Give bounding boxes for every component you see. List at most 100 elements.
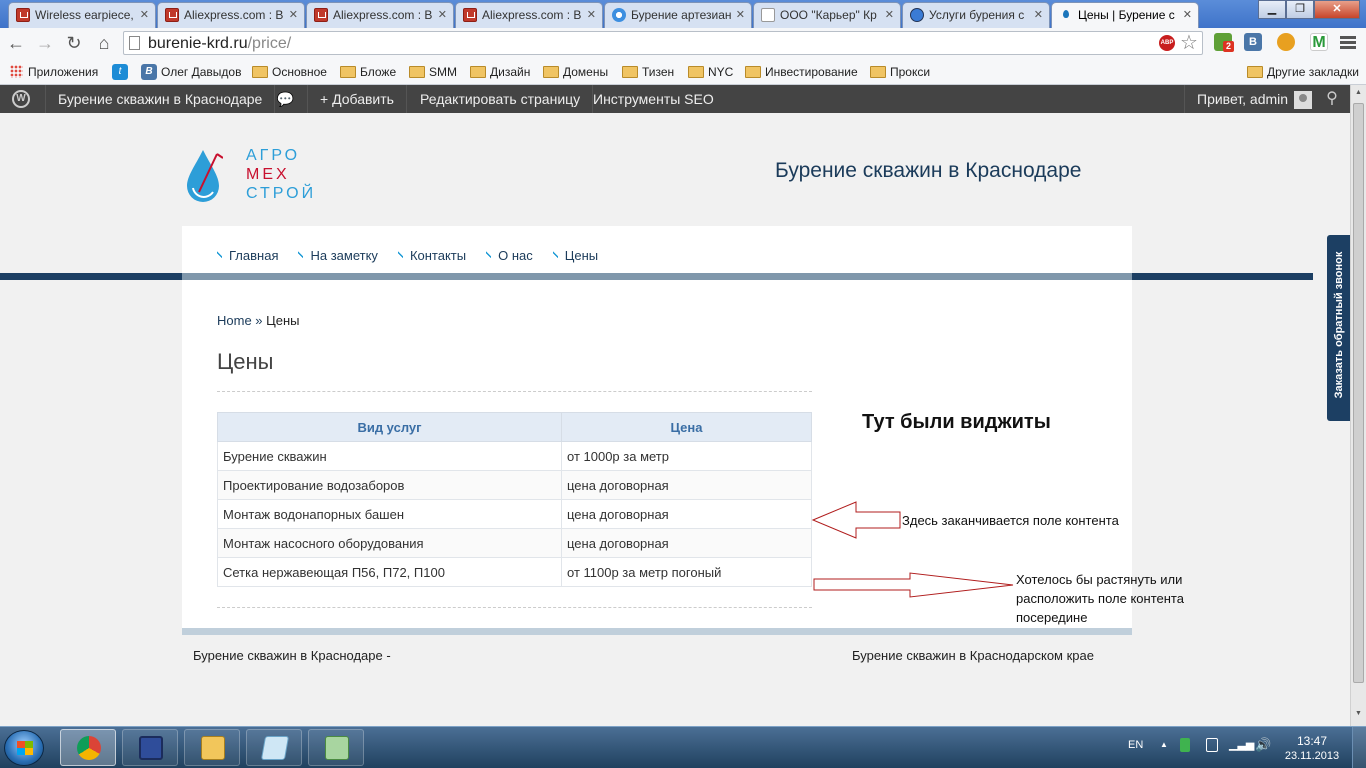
home-icon[interactable]: ⌂ bbox=[92, 32, 116, 54]
menu-item-prices[interactable]: Цены bbox=[552, 248, 598, 263]
menu-item-about[interactable]: О нас bbox=[486, 248, 533, 263]
tab-3[interactable]: Aliexpress.com : B ✕ bbox=[455, 2, 603, 28]
close-icon[interactable]: ✕ bbox=[1034, 3, 1043, 27]
clock[interactable]: 13:47 23.11.2013 bbox=[1282, 734, 1342, 764]
close-icon[interactable]: ✕ bbox=[587, 3, 596, 27]
url-path: /price/ bbox=[247, 35, 292, 52]
taskbar-app[interactable] bbox=[122, 729, 178, 766]
price-cell: от 1100р за метр погоный bbox=[561, 557, 812, 587]
logo-drop-icon[interactable] bbox=[185, 146, 223, 204]
taskbar-chrome[interactable] bbox=[60, 729, 116, 766]
logo-text[interactable]: АГРО МЕХ СТРОЙ bbox=[246, 146, 316, 203]
page-scrollbar[interactable]: ▲ ▼ bbox=[1350, 85, 1366, 726]
close-icon[interactable]: ✕ bbox=[140, 3, 149, 27]
divider bbox=[217, 391, 812, 392]
scrollbar-thumb[interactable] bbox=[1353, 103, 1364, 683]
vk-icon[interactable]: B bbox=[1244, 33, 1262, 51]
bookmark-folder[interactable]: Домены bbox=[543, 63, 608, 81]
bookmark-folder[interactable]: SMM bbox=[409, 63, 457, 81]
language-indicator[interactable]: EN bbox=[1128, 739, 1143, 751]
scroll-up-icon[interactable]: ▲ bbox=[1353, 89, 1364, 101]
reload-icon[interactable]: ↻ bbox=[62, 32, 86, 54]
tab-active[interactable]: Цены | Бурение с ✕ bbox=[1051, 2, 1199, 28]
taskbar-explorer[interactable] bbox=[184, 729, 240, 766]
tab-6[interactable]: Услуги бурения с ✕ bbox=[902, 2, 1050, 28]
logo-line-3: СТРОЙ bbox=[246, 185, 317, 202]
admin-account[interactable]: Привет, admin bbox=[1184, 85, 1318, 113]
address-bar[interactable]: burenie-krd.ru/price/ bbox=[123, 31, 1203, 55]
bookmark-label: Инвестирование bbox=[765, 65, 858, 79]
bookmark-apps[interactable]: Приложения bbox=[8, 63, 98, 81]
tab-4[interactable]: Бурение артезиан ✕ bbox=[604, 2, 752, 28]
callback-button[interactable]: Заказать обратный звонок bbox=[1327, 235, 1350, 421]
tab-strip: Wireless earpiece, ✕ Aliexpress.com : B ✕ … bbox=[0, 0, 1366, 28]
bookmark-folder[interactable]: Основное bbox=[252, 63, 327, 81]
app-icon bbox=[325, 736, 349, 760]
extension-m-icon[interactable]: M bbox=[1310, 33, 1328, 51]
bookmark-folder[interactable]: Инвестирование bbox=[745, 63, 858, 81]
search-icon[interactable]: ⚲ bbox=[1320, 85, 1344, 113]
admin-add-new[interactable]: + Добавить bbox=[308, 85, 407, 113]
tab-5[interactable]: ООО "Карьер" Кр ✕ bbox=[753, 2, 901, 28]
table-row: Монтаж водонапорных башен цена договорная bbox=[217, 499, 812, 529]
vk-icon: B bbox=[141, 64, 157, 80]
adblock-icon[interactable]: ABP bbox=[1159, 35, 1175, 51]
start-button[interactable] bbox=[4, 730, 44, 766]
tab-2[interactable]: Aliexpress.com : B ✕ bbox=[306, 2, 454, 28]
url-text[interactable]: burenie-krd.ru/price/ bbox=[148, 34, 291, 54]
extension-icon[interactable]: 2 bbox=[1214, 33, 1234, 52]
water-drop-icon bbox=[1059, 8, 1073, 22]
bookmark-vk[interactable]: B Олег Давыдов bbox=[141, 63, 241, 81]
bookmark-folder[interactable]: Дизайн bbox=[470, 63, 530, 81]
bookmark-label: Основное bbox=[272, 65, 327, 79]
forward-arrow-icon[interactable]: → bbox=[33, 32, 57, 54]
folder-icon bbox=[745, 66, 761, 78]
menu-icon[interactable] bbox=[1340, 34, 1356, 50]
maximize-button[interactable]: ❐ bbox=[1286, 0, 1314, 19]
service-cell: Бурение скважин bbox=[217, 441, 562, 471]
menu-item-home[interactable]: Главная bbox=[217, 248, 278, 263]
bookmark-folder[interactable]: NYC bbox=[688, 63, 733, 81]
bookmark-folder[interactable]: Прокси bbox=[870, 63, 930, 81]
bookmark-folder[interactable]: Тизен bbox=[622, 63, 674, 81]
network-icon[interactable]: ▁▃▅ bbox=[1229, 738, 1254, 751]
close-icon[interactable]: ✕ bbox=[736, 3, 745, 27]
tab-0[interactable]: Wireless earpiece, ✕ bbox=[8, 2, 156, 28]
wp-logo-menu[interactable]: W bbox=[0, 85, 46, 113]
scroll-down-icon[interactable]: ▼ bbox=[1353, 710, 1364, 722]
admin-site-link[interactable]: Бурение скважин в Краснодаре bbox=[46, 85, 276, 113]
callback-label: Заказать обратный звонок bbox=[1333, 251, 1345, 399]
menu-item-notes[interactable]: На заметку bbox=[298, 248, 378, 263]
page-viewport: АГРО МЕХ СТРОЙ Бурение скважин в Краснод… bbox=[0, 113, 1350, 726]
tab-1[interactable]: Aliexpress.com : B ✕ bbox=[157, 2, 305, 28]
close-icon[interactable]: ✕ bbox=[289, 3, 298, 27]
admin-seo-tools[interactable]: Инструменты SEO bbox=[581, 85, 726, 113]
folder-icon bbox=[622, 66, 638, 78]
close-icon[interactable]: ✕ bbox=[885, 3, 894, 27]
close-window-button[interactable]: ✕ bbox=[1314, 0, 1360, 19]
admin-edit-page[interactable]: Редактировать страницу bbox=[408, 85, 594, 113]
close-icon[interactable]: ✕ bbox=[438, 3, 447, 27]
show-desktop-button[interactable] bbox=[1352, 727, 1366, 768]
comments-icon[interactable]: 💬 bbox=[264, 85, 308, 113]
notes-icon bbox=[260, 736, 290, 760]
menu-item-contacts[interactable]: Контакты bbox=[397, 248, 466, 263]
taskbar-notes[interactable] bbox=[246, 729, 302, 766]
tray-app-icon[interactable] bbox=[1180, 738, 1190, 752]
bookmark-star-icon[interactable]: ☆ bbox=[1180, 30, 1198, 55]
bookmark-twitter[interactable]: t bbox=[112, 63, 128, 81]
close-icon[interactable]: ✕ bbox=[1183, 3, 1192, 27]
minimize-button[interactable]: ▁ bbox=[1258, 0, 1286, 19]
volume-icon[interactable]: 🔊 bbox=[1255, 737, 1271, 753]
back-arrow-icon[interactable]: ← bbox=[4, 32, 28, 54]
extension-ring-icon[interactable] bbox=[1277, 33, 1295, 51]
bookmark-folder[interactable]: Бложе bbox=[340, 63, 396, 81]
page-icon bbox=[129, 36, 140, 50]
taskbar-app2[interactable] bbox=[308, 729, 364, 766]
breadcrumb-home[interactable]: Home bbox=[217, 313, 252, 328]
tray-device-icon[interactable] bbox=[1206, 738, 1218, 752]
site-title[interactable]: Бурение скважин в Краснодаре bbox=[775, 159, 1081, 183]
bookmark-other[interactable]: Другие закладки bbox=[1247, 63, 1359, 81]
tray-expand-icon[interactable]: ▲ bbox=[1160, 740, 1168, 749]
bookmark-label: Приложения bbox=[28, 65, 99, 79]
